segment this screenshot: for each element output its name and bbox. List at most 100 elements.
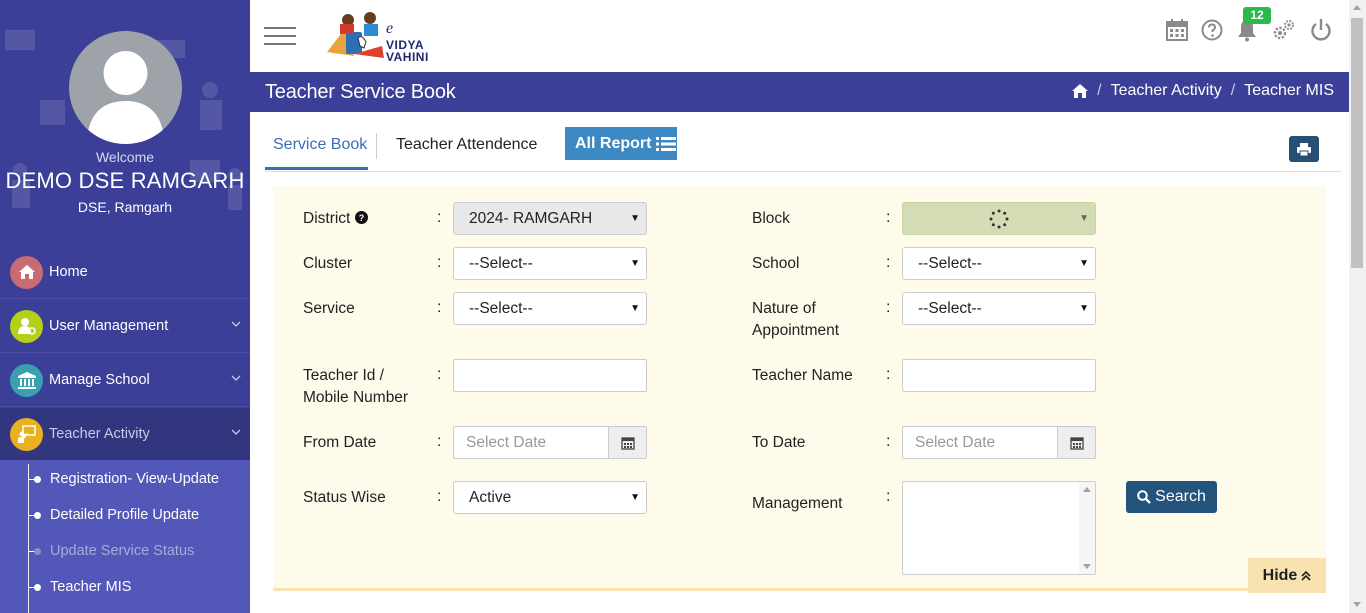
teacher-id-label: Teacher Id / Mobile Number xyxy=(303,367,409,406)
colon: : xyxy=(886,366,891,383)
home-icon xyxy=(10,255,43,289)
submenu-item-registration[interactable]: Registration- View-Update xyxy=(0,461,250,497)
filter-panel: District ? : 2024- RAMGARH ▼ Block : ▼ Cl… xyxy=(273,186,1326,593)
status-wise-select[interactable]: Active ▼ xyxy=(453,481,647,514)
nature-of-appointment-label: Nature of Appointment xyxy=(752,300,840,339)
loading-spinner-icon xyxy=(989,209,1009,229)
all-report-label: All Report xyxy=(575,134,652,152)
search-icon xyxy=(1137,490,1151,504)
sidebar-item-label: Manage School xyxy=(49,372,150,388)
sidebar-item-label: Home xyxy=(49,264,88,280)
district-select[interactable]: 2024- RAMGARH ▼ xyxy=(453,202,647,235)
top-bar: e VIDYA VAHINI 12 xyxy=(250,0,1349,72)
colon: : xyxy=(437,299,442,316)
sidebar-item-manage-school[interactable]: Manage School xyxy=(0,354,250,407)
user-gear-icon xyxy=(10,309,43,343)
sidebar: Welcome DEMO DSE RAMGARH DSE, Ramgarh Ho… xyxy=(0,0,250,613)
teacher-id-input[interactable] xyxy=(453,359,647,392)
sidebar-item-label: User Management xyxy=(49,318,169,334)
submenu-item-label: Teacher MIS xyxy=(50,579,132,595)
service-select[interactable]: --Select-- ▼ xyxy=(453,292,647,325)
submenu-item-detailed-profile[interactable]: Detailed Profile Update xyxy=(0,497,250,533)
service-label: Service xyxy=(303,300,355,317)
submenu-item-update-service-status[interactable]: Update Service Status xyxy=(0,533,250,569)
notification-count-badge: 12 xyxy=(1243,7,1271,24)
page-title-bar: Teacher Service Book / Teacher Activity … xyxy=(250,72,1349,112)
breadcrumb-teacher-mis: Teacher MIS xyxy=(1244,82,1334,99)
info-question-icon[interactable]: ? xyxy=(354,211,368,224)
print-button[interactable] xyxy=(1289,136,1319,162)
school-label: School xyxy=(752,255,800,272)
breadcrumb: / Teacher Activity / Teacher MIS xyxy=(1072,82,1334,100)
sidebar-item-home[interactable]: Home xyxy=(0,246,250,299)
colon: : xyxy=(886,488,891,505)
sidebar-item-user-management[interactable]: User Management xyxy=(0,300,250,353)
colon: : xyxy=(886,299,891,316)
welcome-text: Welcome xyxy=(95,149,155,165)
colon: : xyxy=(437,433,442,450)
sidebar-item-teacher-activity[interactable]: Teacher Activity xyxy=(0,408,250,461)
hide-button[interactable]: Hide xyxy=(1248,558,1326,593)
calendar-icon[interactable] xyxy=(1057,427,1095,458)
bank-icon xyxy=(10,363,43,397)
home-icon[interactable] xyxy=(1072,84,1089,98)
tab-teacher-attendence[interactable]: Teacher Attendence xyxy=(396,127,546,170)
submenu-item-label: Update Service Status xyxy=(50,543,195,559)
listbox-scrollbar[interactable] xyxy=(1079,482,1095,574)
chevron-down-icon xyxy=(231,375,241,381)
colon: : xyxy=(437,209,442,226)
calendar-icon[interactable] xyxy=(1165,18,1189,42)
settings-gears-icon[interactable] xyxy=(1272,18,1296,42)
breadcrumb-separator: / xyxy=(1097,82,1102,99)
management-listbox[interactable] xyxy=(902,481,1096,575)
submenu-item-label: Registration- View-Update xyxy=(50,471,219,487)
colon: : xyxy=(437,488,442,505)
breadcrumb-separator: / xyxy=(1230,82,1236,99)
calendar-icon[interactable] xyxy=(608,427,646,458)
help-icon[interactable] xyxy=(1200,18,1224,42)
submenu-item-label: Detailed Profile Update xyxy=(50,507,200,523)
logo-e: e xyxy=(386,20,394,37)
page-scrollbar[interactable] xyxy=(1349,0,1366,613)
breadcrumb-teacher-activity[interactable]: Teacher Activity xyxy=(1111,82,1222,100)
block-label: Block xyxy=(752,210,790,227)
all-report-button[interactable]: All Report xyxy=(565,127,677,160)
teacher-name-label: Teacher Name xyxy=(752,367,853,384)
management-label: Management xyxy=(752,495,843,512)
colon: : xyxy=(886,209,891,226)
svg-text:?: ? xyxy=(358,213,364,223)
avatar[interactable] xyxy=(69,31,182,144)
power-logout-icon[interactable] xyxy=(1309,18,1333,42)
colon: : xyxy=(437,366,442,383)
colon: : xyxy=(886,254,891,271)
chevron-down-icon xyxy=(231,321,241,327)
hamburger-menu-icon[interactable] xyxy=(264,25,296,47)
sidebar-item-label: Teacher Activity xyxy=(49,426,150,442)
printer-icon xyxy=(1297,142,1311,156)
chevron-down-icon xyxy=(231,429,241,435)
tab-service-book[interactable]: Service Book xyxy=(265,127,368,170)
teacher-board-icon xyxy=(10,417,43,451)
nature-of-appointment-select[interactable]: --Select-- ▼ xyxy=(902,292,1096,325)
teacher-name-input[interactable] xyxy=(902,359,1096,392)
vidya-vahini-logo[interactable]: e VIDYA VAHINI xyxy=(324,8,434,64)
search-button[interactable]: Search xyxy=(1126,481,1217,513)
block-select[interactable]: ▼ xyxy=(902,202,1096,235)
user-profile: Welcome DEMO DSE RAMGARH DSE, Ramgarh xyxy=(0,0,250,240)
cluster-label: Cluster xyxy=(303,255,353,272)
from-date-input[interactable]: Select Date xyxy=(453,426,647,459)
colon: : xyxy=(886,433,891,450)
from-date-label: From Date xyxy=(303,434,377,451)
to-date-input[interactable]: Select Date xyxy=(902,426,1096,459)
user-name: DEMO DSE RAMGARH xyxy=(5,168,245,193)
school-select[interactable]: --Select-- ▼ xyxy=(902,247,1096,280)
submenu-item-teacher-mis[interactable]: Teacher MIS xyxy=(0,569,250,605)
list-icon xyxy=(656,136,677,151)
double-chevron-up-icon xyxy=(1301,570,1311,581)
cluster-select[interactable]: --Select-- ▼ xyxy=(453,247,647,280)
page-title: Teacher Service Book xyxy=(265,81,456,103)
user-role: DSE, Ramgarh xyxy=(77,199,173,215)
logo-vahini: VAHINI xyxy=(386,50,429,64)
main-content: Service Book Teacher Attendence All Repo… xyxy=(250,112,1349,613)
status-wise-label: Status Wise xyxy=(303,489,386,506)
